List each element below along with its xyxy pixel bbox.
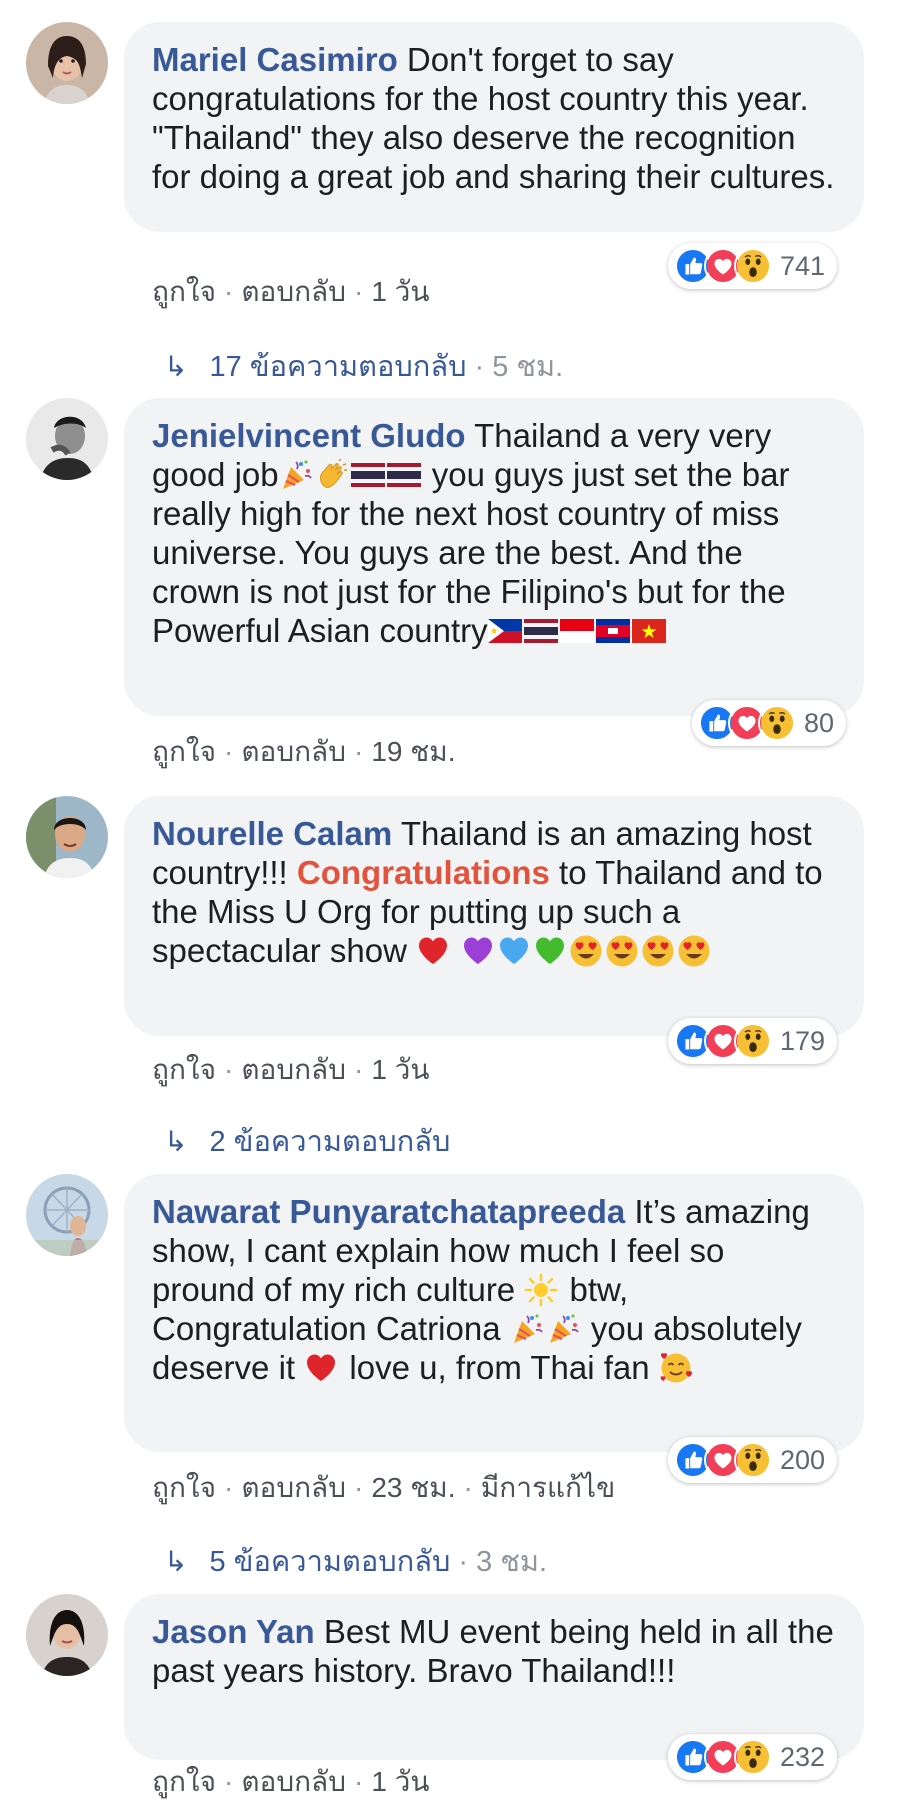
- reply-link[interactable]: ตอบกลับ: [241, 736, 346, 767]
- smiling-face-with-hearts-icon: [659, 1351, 693, 1385]
- thailand-flag-icon: [351, 458, 385, 492]
- replies-time: 5 ชม.: [492, 351, 564, 383]
- separator: ·: [353, 1054, 364, 1085]
- heart-eyes-icon: [605, 934, 639, 968]
- comment-author[interactable]: Nawarat Punyaratchatapreeda: [152, 1193, 625, 1230]
- reaction-summary[interactable]: 80: [692, 700, 847, 746]
- wow-reaction-icon: [758, 704, 796, 742]
- reaction-summary[interactable]: 179: [668, 1018, 838, 1064]
- timestamp[interactable]: 1 วัน: [371, 276, 429, 307]
- heart-eyes-icon: [677, 934, 711, 968]
- heart-eyes-icon: [569, 934, 603, 968]
- green-heart-icon: [533, 934, 567, 968]
- thailand-flag-icon: [524, 614, 558, 648]
- comment-author[interactable]: Mariel Casimiro: [152, 41, 398, 78]
- highlighted-word[interactable]: Congratulations: [297, 854, 550, 891]
- reaction-count: 80: [804, 707, 835, 738]
- comment-actions: ถูกใจ · ตอบกลับ · 23 ชม. · มีการแก้ไข: [152, 1466, 615, 1510]
- separator: ·: [353, 1766, 364, 1797]
- separator: ·: [223, 1472, 234, 1503]
- reaction-count: 232: [780, 1741, 826, 1772]
- separator: ·: [463, 1472, 473, 1503]
- reply-link[interactable]: ตอบกลับ: [241, 1472, 346, 1503]
- reaction-count: 200: [780, 1444, 826, 1475]
- vietnam-flag-icon: [632, 614, 666, 648]
- like-link[interactable]: ถูกใจ: [152, 276, 216, 307]
- separator: ·: [223, 1054, 234, 1085]
- comment-text: love u, from Thai fan: [340, 1349, 659, 1386]
- separator: ·: [353, 736, 364, 767]
- party-popper-icon: [510, 1312, 544, 1346]
- replies-time: 3 ชม.: [476, 1546, 548, 1578]
- replies-count[interactable]: 17 ข้อความตอบกลับ: [209, 351, 466, 383]
- timestamp[interactable]: 1 วัน: [371, 1054, 429, 1085]
- reaction-summary[interactable]: 232: [668, 1734, 838, 1780]
- timestamp[interactable]: 19 ชม.: [371, 736, 455, 767]
- reply-link[interactable]: ตอบกลับ: [241, 1054, 346, 1085]
- reaction-summary[interactable]: 200: [668, 1437, 838, 1483]
- avatar-jenielvincent-gludo[interactable]: [26, 398, 108, 480]
- red-heart-icon: [304, 1351, 338, 1385]
- separator: ·: [223, 276, 234, 307]
- comment-bubble: Nourelle Calam Thailand is an amazing ho…: [124, 796, 864, 1036]
- sun-icon: [524, 1273, 558, 1307]
- indonesia-flag-icon: [560, 614, 594, 648]
- party-popper-icon: [279, 458, 313, 492]
- edited-label[interactable]: มีการแก้ไข: [481, 1472, 615, 1503]
- like-link[interactable]: ถูกใจ: [152, 736, 216, 767]
- view-replies-link[interactable]: ↳ 17 ข้อความตอบกลับ · 5 ชม.: [164, 343, 563, 389]
- separator: ·: [223, 1766, 234, 1797]
- reaction-count: 179: [780, 1025, 826, 1056]
- reply-arrow-icon: ↳: [164, 351, 188, 382]
- like-link[interactable]: ถูกใจ: [152, 1472, 216, 1503]
- separator: ·: [458, 1546, 469, 1578]
- comment-bubble: Mariel Casimiro Don't forget to say cong…: [124, 22, 864, 232]
- timestamp[interactable]: 23 ชม.: [371, 1472, 455, 1503]
- comment-actions: ถูกใจ · ตอบกลับ · 1 วัน: [152, 1048, 430, 1092]
- like-link[interactable]: ถูกใจ: [152, 1054, 216, 1085]
- reply-arrow-icon: ↳: [164, 1546, 188, 1577]
- avatar-mariel-casimiro[interactable]: [26, 22, 108, 104]
- replies-count[interactable]: 2 ข้อความตอบกลับ: [209, 1126, 450, 1158]
- reply-link[interactable]: ตอบกลับ: [241, 276, 346, 307]
- avatar-jason-yan[interactable]: [26, 1594, 108, 1676]
- wow-reaction-icon: [734, 1738, 772, 1776]
- party-popper-icon: [546, 1312, 580, 1346]
- blue-heart-icon: [497, 934, 531, 968]
- comment-actions: ถูกใจ · ตอบกลับ · 1 วัน: [152, 270, 430, 314]
- comment-bubble: Nawarat Punyaratchatapreeda It’s amazing…: [124, 1174, 864, 1452]
- wow-reaction-icon: [734, 247, 772, 285]
- reply-arrow-icon: ↳: [164, 1126, 188, 1157]
- view-replies-link[interactable]: ↳ 5 ข้อความตอบกลับ · 3 ชม.: [164, 1538, 547, 1584]
- separator: ·: [223, 736, 234, 767]
- replies-count[interactable]: 5 ข้อความตอบกลับ: [209, 1546, 450, 1578]
- comment-bubble: Jenielvincent Gludo Thailand a very very…: [124, 398, 864, 716]
- comment-actions: ถูกใจ · ตอบกลับ · 19 ชม.: [152, 730, 455, 774]
- avatar-nourelle-calam[interactable]: [26, 796, 108, 878]
- view-replies-link[interactable]: ↳ 2 ข้อความตอบกลับ: [164, 1118, 450, 1164]
- like-link[interactable]: ถูกใจ: [152, 1766, 216, 1797]
- reaction-summary[interactable]: 741: [668, 243, 838, 289]
- wow-reaction-icon: [734, 1441, 772, 1479]
- separator: ·: [353, 276, 364, 307]
- purple-heart-icon: [461, 934, 495, 968]
- philippines-flag-icon: [488, 614, 522, 648]
- wow-reaction-icon: [734, 1022, 772, 1060]
- reply-link[interactable]: ตอบกลับ: [241, 1766, 346, 1797]
- clapping-hands-icon: [315, 458, 349, 492]
- avatar-nawarat-punyaratchatapreeda[interactable]: [26, 1174, 108, 1256]
- separator: ·: [353, 1472, 364, 1503]
- comment-author[interactable]: Jason Yan: [152, 1613, 315, 1650]
- red-heart-icon: [416, 934, 450, 968]
- reaction-count: 741: [780, 250, 826, 281]
- comment-author[interactable]: Jenielvincent Gludo: [152, 417, 466, 454]
- heart-eyes-icon: [641, 934, 675, 968]
- thailand-flag-icon: [387, 458, 421, 492]
- separator: ·: [474, 351, 485, 383]
- timestamp[interactable]: 1 วัน: [371, 1766, 429, 1797]
- cambodia-flag-icon: [596, 614, 630, 648]
- comment-author[interactable]: Nourelle Calam: [152, 815, 392, 852]
- comment-actions: ถูกใจ · ตอบกลับ · 1 วัน: [152, 1760, 430, 1804]
